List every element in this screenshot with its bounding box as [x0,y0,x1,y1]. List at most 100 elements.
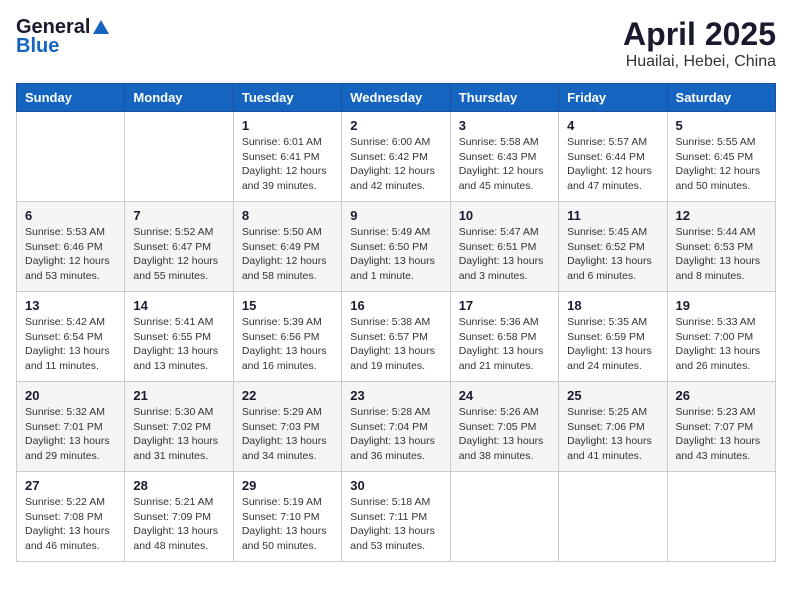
calendar-week-row: 6 Sunrise: 5:53 AMSunset: 6:46 PMDaylight… [17,202,776,292]
calendar-cell: 27 Sunrise: 5:22 AMSunset: 7:08 PMDayligh… [17,472,125,562]
day-info: Sunrise: 5:29 AMSunset: 7:03 PMDaylight:… [242,405,333,464]
day-info: Sunrise: 5:25 AMSunset: 7:06 PMDaylight:… [567,405,658,464]
page-header: General Blue April 2025 Huailai, Hebei, … [16,16,776,71]
day-number: 20 [25,388,116,403]
calendar-cell: 17 Sunrise: 5:36 AMSunset: 6:58 PMDayligh… [450,292,558,382]
day-number: 16 [350,298,441,313]
weekday-header-saturday: Saturday [667,84,775,112]
calendar-cell: 4 Sunrise: 5:57 AMSunset: 6:44 PMDaylight… [559,112,667,202]
calendar-cell: 28Sunrise: 5:21 AMSunset: 7:09 PMDayligh… [125,472,233,562]
calendar-cell: 7 Sunrise: 5:52 AMSunset: 6:47 PMDaylight… [125,202,233,292]
calendar-cell: 24 Sunrise: 5:26 AMSunset: 7:05 PMDayligh… [450,382,558,472]
day-number: 9 [350,208,441,223]
calendar-cell [667,472,775,562]
day-number: 4 [567,118,658,133]
calendar-cell: 14 Sunrise: 5:41 AMSunset: 6:55 PMDayligh… [125,292,233,382]
day-number: 28 [133,478,224,493]
day-info: Sunrise: 5:42 AMSunset: 6:54 PMDaylight:… [25,315,116,374]
month-title: April 2025 [623,16,776,53]
logo-blue: Blue [16,35,59,58]
calendar-cell: 21Sunrise: 5:30 AMSunset: 7:02 PMDayligh… [125,382,233,472]
day-number: 22 [242,388,333,403]
day-number: 14 [133,298,224,313]
weekday-header-wednesday: Wednesday [342,84,450,112]
day-number: 18 [567,298,658,313]
calendar-cell: 18Sunrise: 5:35 AMSunset: 6:59 PMDayligh… [559,292,667,382]
day-number: 19 [676,298,767,313]
calendar-week-row: 27 Sunrise: 5:22 AMSunset: 7:08 PMDayligh… [17,472,776,562]
day-info: Sunrise: 5:28 AMSunset: 7:04 PMDaylight:… [350,405,441,464]
calendar-cell: 19 Sunrise: 5:33 AMSunset: 7:00 PMDayligh… [667,292,775,382]
title-area: April 2025 Huailai, Hebei, China [623,16,776,71]
calendar-week-row: 13 Sunrise: 5:42 AMSunset: 6:54 PMDayligh… [17,292,776,382]
day-number: 10 [459,208,550,223]
calendar-cell: 23 Sunrise: 5:28 AMSunset: 7:04 PMDayligh… [342,382,450,472]
day-info: Sunrise: 5:53 AMSunset: 6:46 PMDaylight:… [25,225,116,284]
day-info: Sunrise: 5:36 AMSunset: 6:58 PMDaylight:… [459,315,550,374]
day-info: Sunrise: 5:58 AMSunset: 6:43 PMDaylight:… [459,135,550,194]
day-info: Sunrise: 5:33 AMSunset: 7:00 PMDaylight:… [676,315,767,374]
day-info: Sunrise: 5:41 AMSunset: 6:55 PMDaylight:… [133,315,224,374]
day-info: Sunrise: 5:32 AMSunset: 7:01 PMDaylight:… [25,405,116,464]
day-number: 12 [676,208,767,223]
day-number: 30 [350,478,441,493]
calendar-cell: 9 Sunrise: 5:49 AMSunset: 6:50 PMDaylight… [342,202,450,292]
day-info: Sunrise: 5:47 AMSunset: 6:51 PMDaylight:… [459,225,550,284]
day-info: Sunrise: 5:57 AMSunset: 6:44 PMDaylight:… [567,135,658,194]
day-info: Sunrise: 5:50 AMSunset: 6:49 PMDaylight:… [242,225,333,284]
calendar-week-row: 20 Sunrise: 5:32 AMSunset: 7:01 PMDayligh… [17,382,776,472]
calendar-cell: 6 Sunrise: 5:53 AMSunset: 6:46 PMDaylight… [17,202,125,292]
weekday-header-monday: Monday [125,84,233,112]
calendar-cell: 22 Sunrise: 5:29 AMSunset: 7:03 PMDayligh… [233,382,341,472]
calendar-cell: 2Sunrise: 6:00 AMSunset: 6:42 PMDaylight… [342,112,450,202]
calendar-cell: 3 Sunrise: 5:58 AMSunset: 6:43 PMDaylight… [450,112,558,202]
calendar-cell: 29 Sunrise: 5:19 AMSunset: 7:10 PMDayligh… [233,472,341,562]
day-number: 6 [25,208,116,223]
day-info: Sunrise: 5:18 AMSunset: 7:11 PMDaylight:… [350,495,441,554]
day-number: 7 [133,208,224,223]
calendar-week-row: 1Sunrise: 6:01 AMSunset: 6:41 PMDaylight… [17,112,776,202]
day-info: Sunrise: 5:49 AMSunset: 6:50 PMDaylight:… [350,225,441,284]
weekday-header-thursday: Thursday [450,84,558,112]
calendar-cell [125,112,233,202]
calendar-cell: 15Sunrise: 5:39 AMSunset: 6:56 PMDayligh… [233,292,341,382]
day-info: Sunrise: 6:00 AMSunset: 6:42 PMDaylight:… [350,135,441,194]
weekday-header-tuesday: Tuesday [233,84,341,112]
day-number: 1 [242,118,333,133]
location-title: Huailai, Hebei, China [623,53,776,71]
day-info: Sunrise: 5:22 AMSunset: 7:08 PMDaylight:… [25,495,116,554]
calendar-cell [559,472,667,562]
day-number: 29 [242,478,333,493]
day-info: Sunrise: 5:26 AMSunset: 7:05 PMDaylight:… [459,405,550,464]
calendar-cell: 11 Sunrise: 5:45 AMSunset: 6:52 PMDayligh… [559,202,667,292]
day-number: 13 [25,298,116,313]
calendar-cell: 12 Sunrise: 5:44 AMSunset: 6:53 PMDayligh… [667,202,775,292]
day-info: Sunrise: 5:19 AMSunset: 7:10 PMDaylight:… [242,495,333,554]
weekday-header-sunday: Sunday [17,84,125,112]
day-number: 25 [567,388,658,403]
day-number: 21 [133,388,224,403]
calendar-cell [450,472,558,562]
calendar-cell: 26Sunrise: 5:23 AMSunset: 7:07 PMDayligh… [667,382,775,472]
day-info: Sunrise: 5:52 AMSunset: 6:47 PMDaylight:… [133,225,224,284]
calendar-cell: 30 Sunrise: 5:18 AMSunset: 7:11 PMDayligh… [342,472,450,562]
calendar-cell: 25 Sunrise: 5:25 AMSunset: 7:06 PMDayligh… [559,382,667,472]
day-info: Sunrise: 5:45 AMSunset: 6:52 PMDaylight:… [567,225,658,284]
day-number: 27 [25,478,116,493]
calendar-cell: 20 Sunrise: 5:32 AMSunset: 7:01 PMDayligh… [17,382,125,472]
logo-icon [91,18,111,38]
day-number: 3 [459,118,550,133]
day-info: Sunrise: 5:55 AMSunset: 6:45 PMDaylight:… [676,135,767,194]
day-number: 15 [242,298,333,313]
weekday-header-friday: Friday [559,84,667,112]
calendar-cell: 13 Sunrise: 5:42 AMSunset: 6:54 PMDayligh… [17,292,125,382]
calendar-cell [17,112,125,202]
day-info: Sunrise: 5:23 AMSunset: 7:07 PMDaylight:… [676,405,767,464]
day-number: 17 [459,298,550,313]
day-info: Sunrise: 5:44 AMSunset: 6:53 PMDaylight:… [676,225,767,284]
day-number: 24 [459,388,550,403]
calendar-cell: 8Sunrise: 5:50 AMSunset: 6:49 PMDaylight… [233,202,341,292]
calendar-cell: 1Sunrise: 6:01 AMSunset: 6:41 PMDaylight… [233,112,341,202]
day-number: 23 [350,388,441,403]
day-number: 11 [567,208,658,223]
